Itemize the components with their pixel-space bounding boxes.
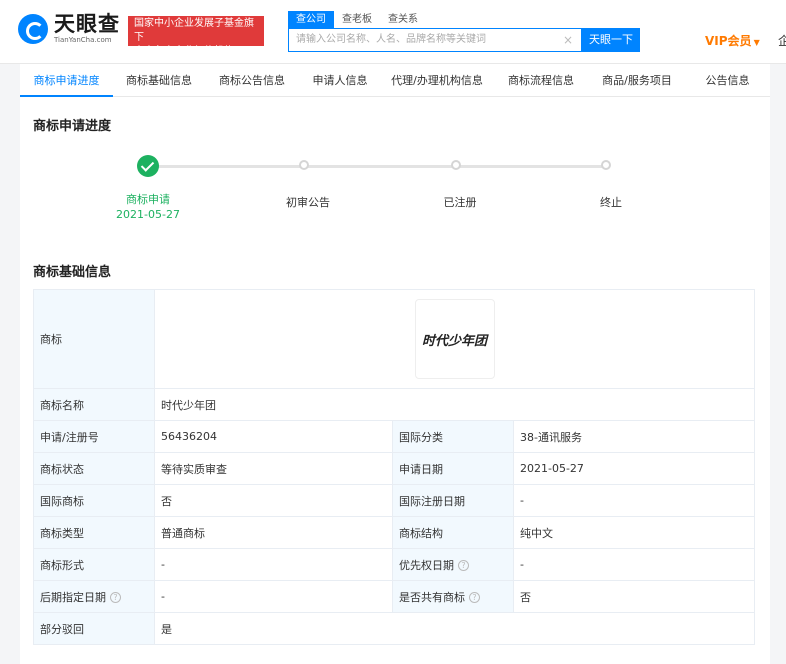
basic-info-table: 商标 时代少年团 商标名称 时代少年团 申请/注册号 56436204 国际分类…	[33, 289, 755, 645]
table-key: 申请日期	[392, 452, 514, 485]
table-value: 否	[513, 580, 755, 613]
table-row: 商标形式 - 优先权日期? -	[33, 548, 755, 581]
chevron-down-icon: ▼	[753, 38, 760, 47]
table-key: 优先权日期?	[392, 548, 514, 581]
help-icon[interactable]: ?	[110, 592, 121, 603]
search-placeholder: 请输入公司名称、人名、品牌名称等关键词	[296, 34, 486, 45]
table-key: 商标名称	[33, 388, 155, 421]
table-key: 商标状态	[33, 452, 155, 485]
table-value: 2021-05-27	[513, 452, 755, 485]
table-value: -	[154, 580, 393, 613]
table-value: 等待实质审查	[154, 452, 393, 485]
trademark-image-text: 时代少年团	[421, 333, 487, 349]
table-row: 商标类型 普通商标 商标结构 纯中文	[33, 516, 755, 549]
logo-subtitle: TianYanCha.com	[54, 36, 112, 44]
step-done-check-icon	[137, 155, 159, 177]
table-value: 时代少年团	[154, 388, 755, 421]
progress-line	[158, 165, 608, 168]
search-tabs: 查公司 查老板 查关系	[288, 11, 640, 28]
vip-menu[interactable]: VIP会员 ▼	[705, 32, 760, 49]
basic-info-title: 商标基础信息	[33, 265, 112, 280]
logo-title: 天眼查	[54, 12, 120, 36]
header-right-cut[interactable]: 企	[778, 32, 786, 49]
step-label: 商标申请	[126, 193, 170, 206]
table-row: 商标 时代少年团	[33, 289, 755, 389]
table-key: 商标形式	[33, 548, 155, 581]
table-value: -	[513, 484, 755, 517]
vip-label: VIP会员	[705, 34, 752, 48]
search-input[interactable]: 请输入公司名称、人名、品牌名称等关键词 ×	[288, 28, 582, 52]
tab-boss[interactable]: 查老板	[334, 11, 380, 28]
table-key: 商标	[33, 289, 155, 389]
table-value: 纯中文	[513, 516, 755, 549]
table-value: 是	[154, 612, 755, 645]
table-row: 国际商标 否 国际注册日期 -	[33, 484, 755, 517]
search-area: 查公司 查老板 查关系 请输入公司名称、人名、品牌名称等关键词 × 天眼一下	[288, 11, 640, 52]
site-logo[interactable]: 天眼查 TianYanCha.com	[18, 14, 120, 44]
step-label: 初审公告	[286, 196, 330, 209]
badge-line-2: 官方备案企业征信机构	[134, 46, 234, 57]
tab-relation[interactable]: 查关系	[380, 11, 426, 28]
table-value: 普通商标	[154, 516, 393, 549]
step-dot-icon	[451, 160, 461, 170]
table-key: 申请/注册号	[33, 420, 155, 453]
progress-tracker: 商标申请 2021-05-27 初审公告 已注册 终止	[20, 64, 770, 221]
table-key: 是否共有商标?	[392, 580, 514, 613]
step-label: 终止	[600, 196, 622, 209]
step-dot-icon	[601, 160, 611, 170]
step-label: 已注册	[443, 196, 477, 209]
table-row: 申请/注册号 56436204 国际分类 38-通讯服务	[33, 420, 755, 453]
table-row: 商标名称 时代少年团	[33, 388, 755, 421]
clear-icon[interactable]: ×	[563, 29, 573, 51]
table-value: 38-通讯服务	[513, 420, 755, 453]
search-button[interactable]: 天眼一下	[582, 28, 640, 52]
step-date: 2021-05-27	[116, 208, 180, 221]
table-row: 部分驳回 是	[33, 612, 755, 645]
table-key: 部分驳回	[33, 612, 155, 645]
table-key: 商标类型	[33, 516, 155, 549]
later-designation-label: 后期指定日期	[40, 590, 106, 604]
table-key: 国际商标	[33, 484, 155, 517]
badge-line-1: 国家中小企业发展子基金旗下	[134, 18, 254, 43]
table-row: 商标状态 等待实质审查 申请日期 2021-05-27	[33, 452, 755, 485]
main-panel: 商标申请进度 商标基础信息 商标公告信息 申请人信息 代理/办理机构信息 商标流…	[20, 64, 770, 664]
shared-trademark-label: 是否共有商标	[399, 590, 465, 604]
tab-company[interactable]: 查公司	[288, 11, 334, 28]
table-row: 后期指定日期? - 是否共有商标? 否	[33, 580, 755, 613]
eye-logo-icon	[18, 14, 48, 44]
official-badge: 国家中小企业发展子基金旗下 官方备案企业征信机构	[128, 16, 264, 57]
table-value: -	[154, 548, 393, 581]
help-icon[interactable]: ?	[469, 592, 480, 603]
help-icon[interactable]: ?	[458, 560, 469, 571]
step-dot-icon	[299, 160, 309, 170]
priority-date-label: 优先权日期	[399, 558, 454, 572]
trademark-image[interactable]: 时代少年团	[414, 299, 495, 379]
table-key: 国际分类	[392, 420, 514, 453]
table-value: 否	[154, 484, 393, 517]
table-key: 后期指定日期?	[33, 580, 155, 613]
table-key: 商标结构	[392, 516, 514, 549]
table-value: 56436204	[154, 420, 393, 453]
top-header: 天眼查 TianYanCha.com 国家中小企业发展子基金旗下 官方备案企业征…	[0, 0, 786, 64]
table-value: -	[513, 548, 755, 581]
table-key: 国际注册日期	[392, 484, 514, 517]
trademark-image-cell: 时代少年团	[154, 289, 755, 389]
